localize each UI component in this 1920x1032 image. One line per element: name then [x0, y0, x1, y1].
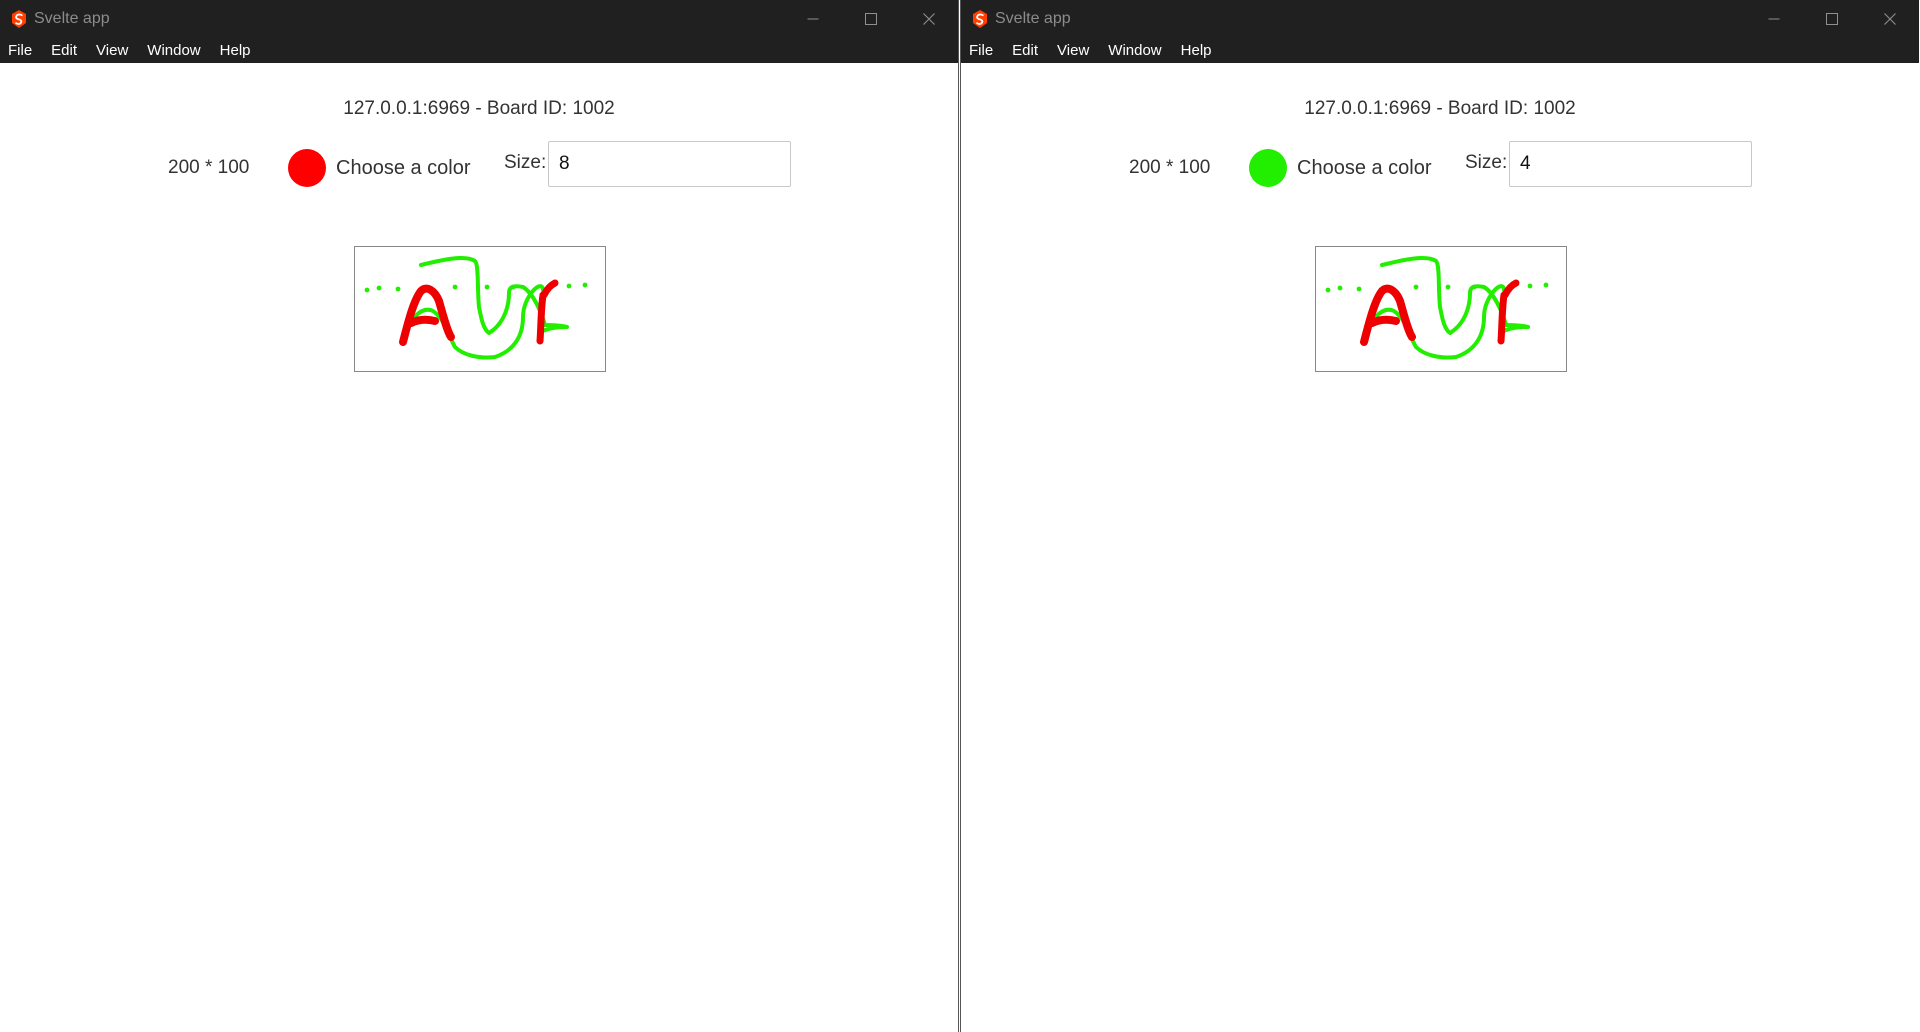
menu-view[interactable]: View [1057, 42, 1089, 59]
green-dot [484, 284, 490, 290]
svelte-logo-icon [12, 10, 26, 28]
drawing-canvas[interactable] [1316, 247, 1566, 371]
green-dot [1413, 284, 1419, 290]
maximize-button[interactable] [1803, 0, 1861, 38]
title-bar[interactable]: Svelte app [0, 0, 958, 38]
app-window: Svelte app File Edit View Window Help 12… [0, 0, 959, 1032]
board-info: 127.0.0.1:6969 - Board ID: 1002 [1304, 98, 1576, 119]
green-dot [452, 284, 458, 290]
color-swatch[interactable] [1249, 149, 1287, 187]
size-input[interactable] [548, 141, 791, 187]
red-stroke-bar [536, 279, 559, 345]
maximize-icon [1826, 13, 1838, 25]
size-label: Size: [1465, 152, 1508, 173]
maximize-button[interactable] [842, 0, 900, 38]
green-dot [1471, 284, 1477, 290]
window-title: Svelte app [995, 10, 1071, 27]
color-swatch[interactable] [288, 149, 326, 187]
minimize-icon [807, 18, 819, 20]
green-dot [1527, 283, 1533, 289]
menu-file[interactable]: File [8, 42, 32, 59]
green-dot [1445, 284, 1451, 290]
app-window: Svelte app File Edit View Window Help 12… [960, 0, 1919, 1032]
close-button[interactable] [1861, 0, 1919, 38]
green-dot [364, 287, 370, 293]
drawing-board[interactable] [1315, 246, 1567, 372]
green-dot [510, 284, 516, 290]
menu-file[interactable]: File [969, 42, 993, 59]
red-stroke-letter-a [399, 284, 455, 346]
menu-edit[interactable]: Edit [1012, 42, 1038, 59]
menu-window[interactable]: Window [147, 42, 200, 59]
red-stroke-letter-a [1360, 284, 1416, 346]
title-bar[interactable]: Svelte app [961, 0, 1919, 38]
minimize-button[interactable] [1745, 0, 1803, 38]
choose-color-label[interactable]: Choose a color [1297, 157, 1432, 180]
menu-view[interactable]: View [96, 42, 128, 59]
red-stroke-bar [1497, 279, 1520, 345]
green-dot [582, 282, 588, 288]
drawing-canvas[interactable] [355, 247, 605, 371]
green-dot [1356, 286, 1362, 292]
close-icon [923, 13, 935, 25]
menu-help[interactable]: Help [1181, 42, 1212, 59]
choose-color-label[interactable]: Choose a color [336, 157, 471, 180]
minimize-icon [1768, 18, 1780, 20]
minimize-button[interactable] [784, 0, 842, 38]
app-content: 127.0.0.1:6969 - Board ID: 1002 200 * 10… [961, 63, 1919, 1032]
close-icon [1884, 13, 1896, 25]
green-dot [376, 285, 382, 291]
canvas-dimensions: 200 * 100 [1129, 157, 1211, 178]
canvas-dimensions: 200 * 100 [168, 157, 250, 178]
menu-window[interactable]: Window [1108, 42, 1161, 59]
maximize-icon [865, 13, 877, 25]
board-info: 127.0.0.1:6969 - Board ID: 1002 [343, 98, 615, 119]
window-title: Svelte app [34, 10, 110, 27]
svelte-logo-icon [973, 10, 987, 28]
close-button[interactable] [900, 0, 958, 38]
drawing-board[interactable] [354, 246, 606, 372]
green-dot [1543, 282, 1549, 288]
size-input[interactable] [1509, 141, 1752, 187]
menu-bar: File Edit View Window Help [0, 38, 958, 63]
green-dot [566, 283, 572, 289]
green-dot [395, 286, 401, 292]
size-label: Size: [504, 152, 547, 173]
menu-help[interactable]: Help [220, 42, 251, 59]
green-dot [1325, 287, 1331, 293]
app-content: 127.0.0.1:6969 - Board ID: 1002 200 * 10… [0, 63, 958, 1032]
green-dot [1337, 285, 1343, 291]
menu-bar: File Edit View Window Help [961, 38, 1919, 63]
menu-edit[interactable]: Edit [51, 42, 77, 59]
